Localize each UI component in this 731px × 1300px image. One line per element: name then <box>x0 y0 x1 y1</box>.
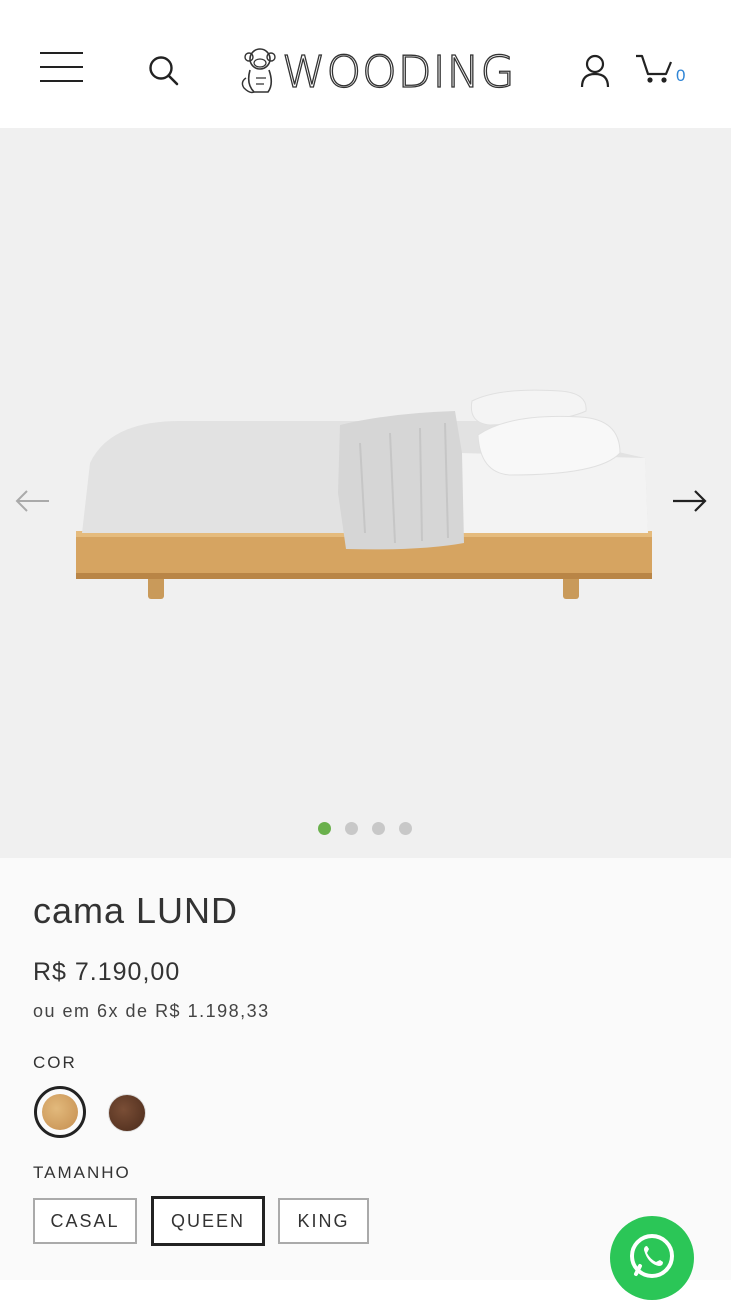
product-price: R$ 7.190,00 <box>33 958 181 986</box>
cart-count-badge: 0 <box>676 66 686 85</box>
size-king-button[interactable]: KING <box>278 1198 369 1244</box>
brand-logo[interactable]: WOODING <box>236 44 515 98</box>
prev-slide-arrow-icon[interactable] <box>14 486 52 516</box>
color-label: COR <box>33 1053 77 1072</box>
account-icon[interactable] <box>578 53 612 89</box>
logo-wordmark: WOODING <box>281 47 516 98</box>
whatsapp-button[interactable] <box>610 1216 694 1300</box>
next-slide-arrow-icon[interactable] <box>670 486 708 516</box>
walnut-swatch[interactable] <box>108 1094 146 1132</box>
slide-dot-3[interactable] <box>372 822 385 835</box>
light-oak-swatch[interactable] <box>34 1086 86 1138</box>
size-casal-button[interactable]: CASAL <box>33 1198 137 1244</box>
product-title: cama LUND <box>33 890 239 931</box>
size-queen-button[interactable]: QUEEN <box>151 1196 265 1246</box>
product-gallery[interactable] <box>0 128 731 858</box>
site-header: WOODING 0 <box>0 0 731 128</box>
size-label: TAMANHO <box>33 1163 131 1182</box>
whatsapp-icon <box>630 1234 674 1278</box>
menu-icon[interactable] <box>40 52 84 84</box>
monkey-logo-icon <box>241 48 276 94</box>
slide-dot-1[interactable] <box>318 822 331 835</box>
slide-dot-2[interactable] <box>345 822 358 835</box>
product-image <box>76 389 652 599</box>
search-icon[interactable] <box>146 53 182 89</box>
installment-text: ou em 6x de R$ 1.198,33 <box>33 1001 270 1021</box>
slide-dot-4[interactable] <box>399 822 412 835</box>
cart-icon[interactable] <box>634 52 674 88</box>
